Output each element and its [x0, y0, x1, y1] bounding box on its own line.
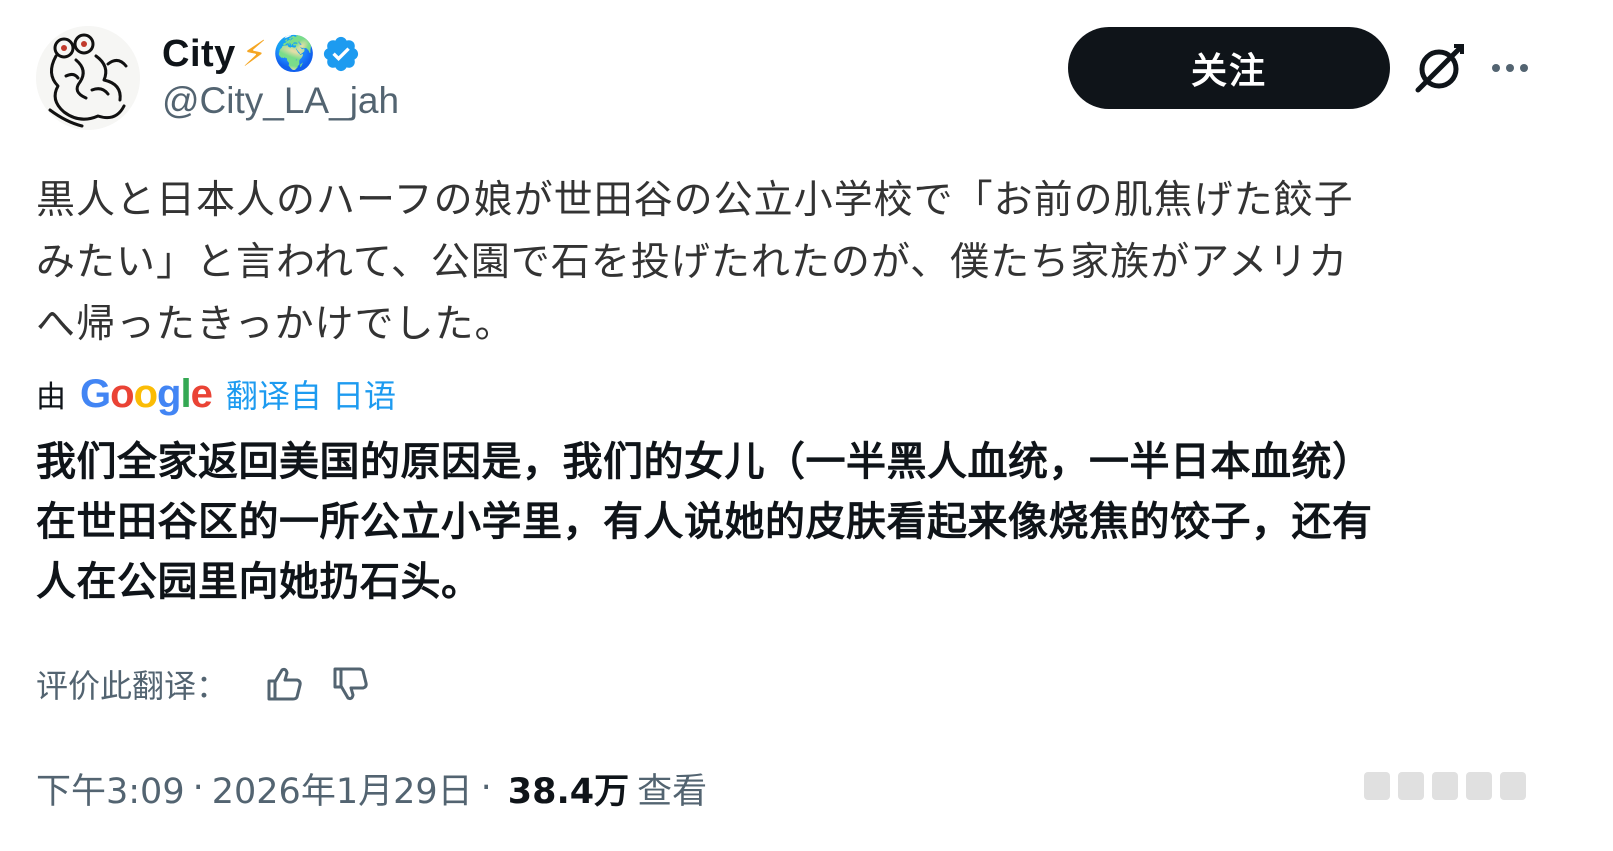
original-line: へ帰ったきっかけでした。 [36, 302, 515, 347]
rate-translation-label: 评价此翻译： [36, 667, 229, 705]
tweet-date[interactable]: 2026年1月29日 [212, 763, 473, 814]
tweet-time[interactable]: 下午3:09 [36, 763, 185, 814]
more-options-button[interactable] [1486, 48, 1534, 88]
original-line: みたい」と言われて、公園で石を投げたれたのが、僕たち家族がアメリカ [36, 240, 1349, 285]
google-logo: Google [80, 371, 213, 416]
avatar[interactable] [36, 26, 140, 130]
translated-from-link[interactable]: 翻译自 日语 [226, 371, 396, 417]
thumbs-up-icon[interactable] [264, 664, 304, 704]
verified-badge-icon[interactable] [321, 34, 361, 74]
meta-separator: · [192, 768, 204, 808]
translated-by-row: 由 Google 翻译自 日语 [36, 368, 396, 420]
more-icon [1492, 64, 1528, 72]
tweet-meta-row: 下午3:09 · 2026年1月29日 · 38.4万 查看 [36, 760, 707, 816]
rate-translation-row: 评价此翻译： [36, 656, 370, 712]
watermark-logo [1364, 772, 1526, 800]
translation-line: 在世田谷区的一所公立小学里，有人说她的皮肤看起来像烧焦的饺子，还有 [36, 499, 1373, 545]
tweet-translation-text: 我们全家返回美国的原因是，我们的女儿（一半黑人血统，一半日本血统） 在世田谷区的… [36, 432, 1546, 612]
grok-icon [1415, 44, 1464, 93]
user-name-row[interactable]: City ⚡ 🌍 [162, 28, 361, 80]
follow-button[interactable]: 关注 [1068, 27, 1390, 109]
original-line: 黒人と日本人のハーフの娘が世田谷の公立小学校で「お前の肌焦げた餃子 [36, 178, 1354, 223]
grok-button[interactable] [1410, 40, 1468, 98]
lightning-emoji: ⚡ [241, 33, 268, 74]
globe-emoji: 🌍 [273, 35, 316, 73]
display-name[interactable]: City [162, 33, 236, 76]
views-label: 查看 [637, 771, 708, 812]
views-count: 38.4万 [507, 771, 630, 812]
meta-separator: · [480, 768, 492, 808]
tweet-original-text: 黒人と日本人のハーフの娘が世田谷の公立小学校で「お前の肌焦げた餃子 みたい」と言… [36, 170, 1546, 356]
translated-by-prefix: 由 [36, 380, 66, 415]
thumbs-down-icon[interactable] [330, 664, 370, 704]
user-handle[interactable]: @City_LA_jah [162, 80, 399, 122]
translation-line: 人在公园里向她扔石头。 [36, 559, 482, 605]
avatar-sketch [36, 26, 140, 130]
translation-line: 我们全家返回美国的原因是，我们的女儿（一半黑人血统，一半日本血统） [36, 439, 1373, 485]
